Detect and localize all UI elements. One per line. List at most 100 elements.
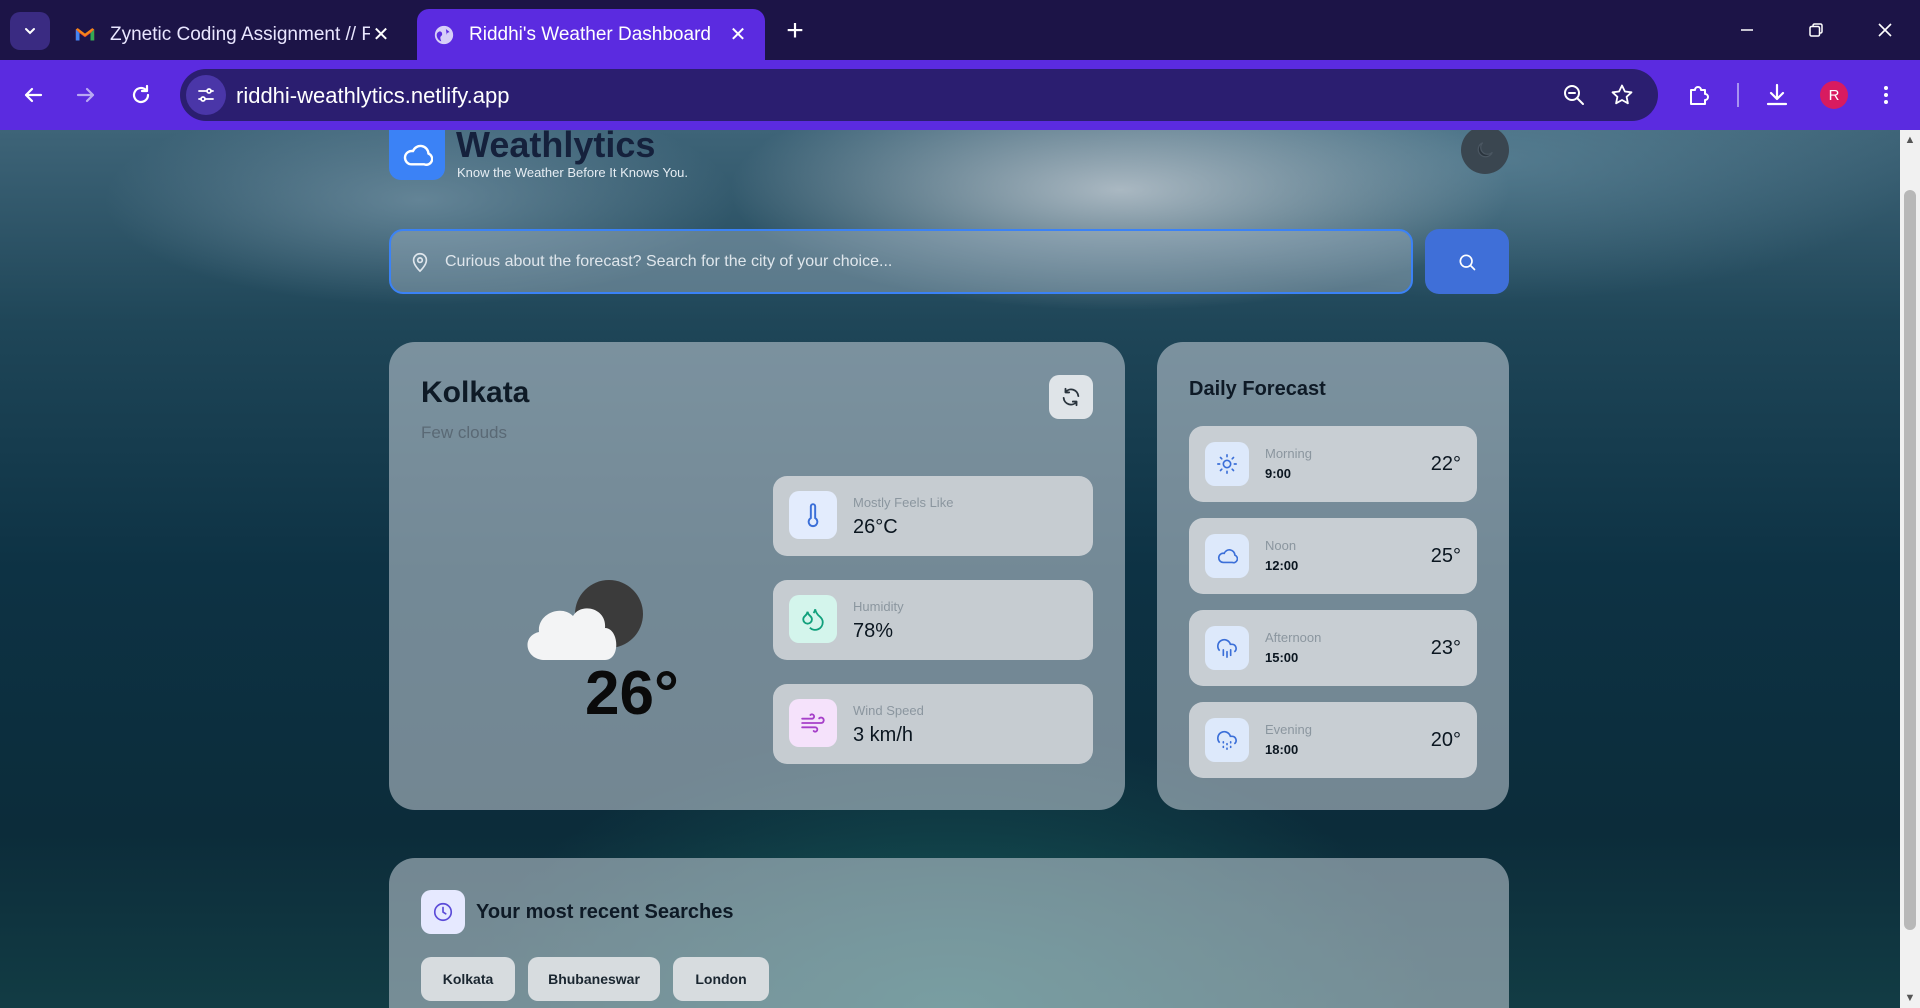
forecast-label: Morning [1265,446,1312,461]
new-tab-button[interactable]: + [778,14,812,48]
current-weather-card: Kolkata Few clouds 26° Mostly Feels Like… [389,342,1125,810]
forecast-label: Evening [1265,722,1312,737]
reload-icon [132,84,150,104]
stat-value: 26°C [853,516,898,538]
moon-icon [1477,142,1493,158]
page-scrollbar[interactable]: ▲ ▼ [1900,130,1920,1008]
forecast-temp: 25° [1430,545,1461,567]
profile-avatar[interactable]: R [1820,81,1848,109]
tab-zynetic[interactable]: Zynetic Coding Assignment // F ✕ [58,9,408,60]
forecast-title: Daily Forecast [1189,378,1326,400]
cloud-icon [1205,534,1249,578]
recent-search-chip[interactable]: Bhubaneswar [528,957,660,1001]
reload-button[interactable] [122,76,160,114]
minimize-icon [1741,29,1753,31]
stat-label: Wind Speed [853,703,924,718]
restore-button[interactable] [1791,10,1841,50]
forecast-time: 15:00 [1265,650,1299,665]
brand-name: Weathlytics [456,130,656,165]
stat-wind-speed: Wind Speed 3 km/h [773,684,1093,764]
forecast-label: Noon [1265,538,1297,553]
forward-button[interactable] [67,76,105,114]
forecast-item-morning: Morning 9:00 22° [1189,426,1477,502]
map-pin-icon [412,252,428,273]
thermometer-icon [789,491,837,539]
forecast-temp: 23° [1430,637,1461,659]
forecast-time: 12:00 [1265,558,1299,573]
recent-search-chip[interactable]: London [673,957,769,1001]
gmail-icon [75,27,95,40]
zoom-out-icon [1564,85,1584,105]
toolbar-divider [1737,83,1739,107]
city-name: Kolkata [421,376,530,409]
tab-title: Riddhi's Weather Dashboard [469,23,711,45]
scroll-down-icon[interactable]: ▼ [1903,991,1917,1005]
forecast-temp: 20° [1430,729,1461,751]
recent-searches-card: Your most recent Searches Kolkata Bhuban… [389,858,1509,1008]
stat-feels-like: Mostly Feels Like 26°C [773,476,1093,556]
droplets-icon [789,595,837,643]
forecast-item-evening: Evening 18:00 20° [1189,702,1477,778]
cloud-drizzle-icon [1205,718,1249,762]
browser-tab-bar: Zynetic Coding Assignment // F ✕ Riddhi'… [0,0,1920,60]
zoom-button[interactable] [1560,81,1588,109]
stat-humidity: Humidity 78% [773,580,1093,660]
forecast-temp: 22° [1430,453,1461,475]
recent-search-chip[interactable]: Kolkata [421,957,515,1001]
cloud-icon [403,144,433,166]
city-search-input[interactable] [445,239,1395,284]
theme-toggle-button[interactable] [1461,130,1509,174]
chevron-down-icon [25,28,35,35]
wind-icon [789,699,837,747]
search-box [389,229,1413,294]
puzzle-icon [1690,86,1709,105]
globe-icon [434,25,454,44]
search-icon [1459,254,1476,270]
arrow-right-icon [76,87,95,103]
recent-searches-title: Your most recent Searches [476,901,734,923]
back-button[interactable] [14,76,52,114]
refresh-button[interactable] [1049,375,1093,419]
clock-icon [421,890,465,934]
search-button[interactable] [1425,229,1509,294]
brand-logo [389,130,445,180]
url-text: riddhi-weathlytics.netlify.app [236,83,510,108]
more-vertical-icon [1884,86,1888,104]
downloads-button[interactable] [1758,76,1796,114]
forecast-time: 18:00 [1265,742,1299,757]
daily-forecast-card: Daily Forecast Morning 9:00 22° Noon 12:… [1157,342,1509,810]
refresh-icon [1062,387,1080,407]
scroll-up-icon[interactable]: ▲ [1903,133,1917,147]
stat-value: 78% [853,620,894,642]
tune-icon [198,88,214,102]
site-info-button[interactable] [186,75,226,115]
close-tab-icon[interactable]: ✕ [370,24,392,46]
sun-icon [1205,442,1249,486]
download-icon [1766,83,1788,106]
star-icon [1611,84,1633,105]
weather-description: Few clouds [421,423,507,442]
forecast-item-noon: Noon 12:00 25° [1189,518,1477,594]
tab-search-button[interactable] [10,12,50,50]
bookmark-button[interactable] [1608,81,1636,109]
tab-title: Zynetic Coding Assignment // F [110,23,370,45]
arrow-left-icon [24,87,43,103]
stat-label: Humidity [853,599,904,614]
cloud-rain-icon [1205,626,1249,670]
extensions-button[interactable] [1680,76,1718,114]
stat-value: 3 km/h [853,724,914,746]
browser-menu-button[interactable] [1867,76,1905,114]
close-window-button[interactable] [1860,10,1910,50]
address-bar[interactable]: riddhi-weathlytics.netlify.app [180,69,1658,121]
minimize-button[interactable] [1722,10,1772,50]
brand-tagline: Know the Weather Before It Knows You. [457,165,689,180]
forecast-time: 9:00 [1265,466,1292,481]
close-tab-icon[interactable]: ✕ [727,24,749,46]
stat-label: Mostly Feels Like [853,495,954,510]
scrollbar-thumb[interactable] [1904,190,1916,930]
browser-toolbar: riddhi-weathlytics.netlify.app R [0,60,1920,130]
restore-icon [1809,23,1823,37]
tab-weather-dashboard[interactable]: Riddhi's Weather Dashboard ✕ [417,9,765,60]
current-temperature: 26° [585,659,679,728]
forecast-label: Afternoon [1265,630,1322,645]
